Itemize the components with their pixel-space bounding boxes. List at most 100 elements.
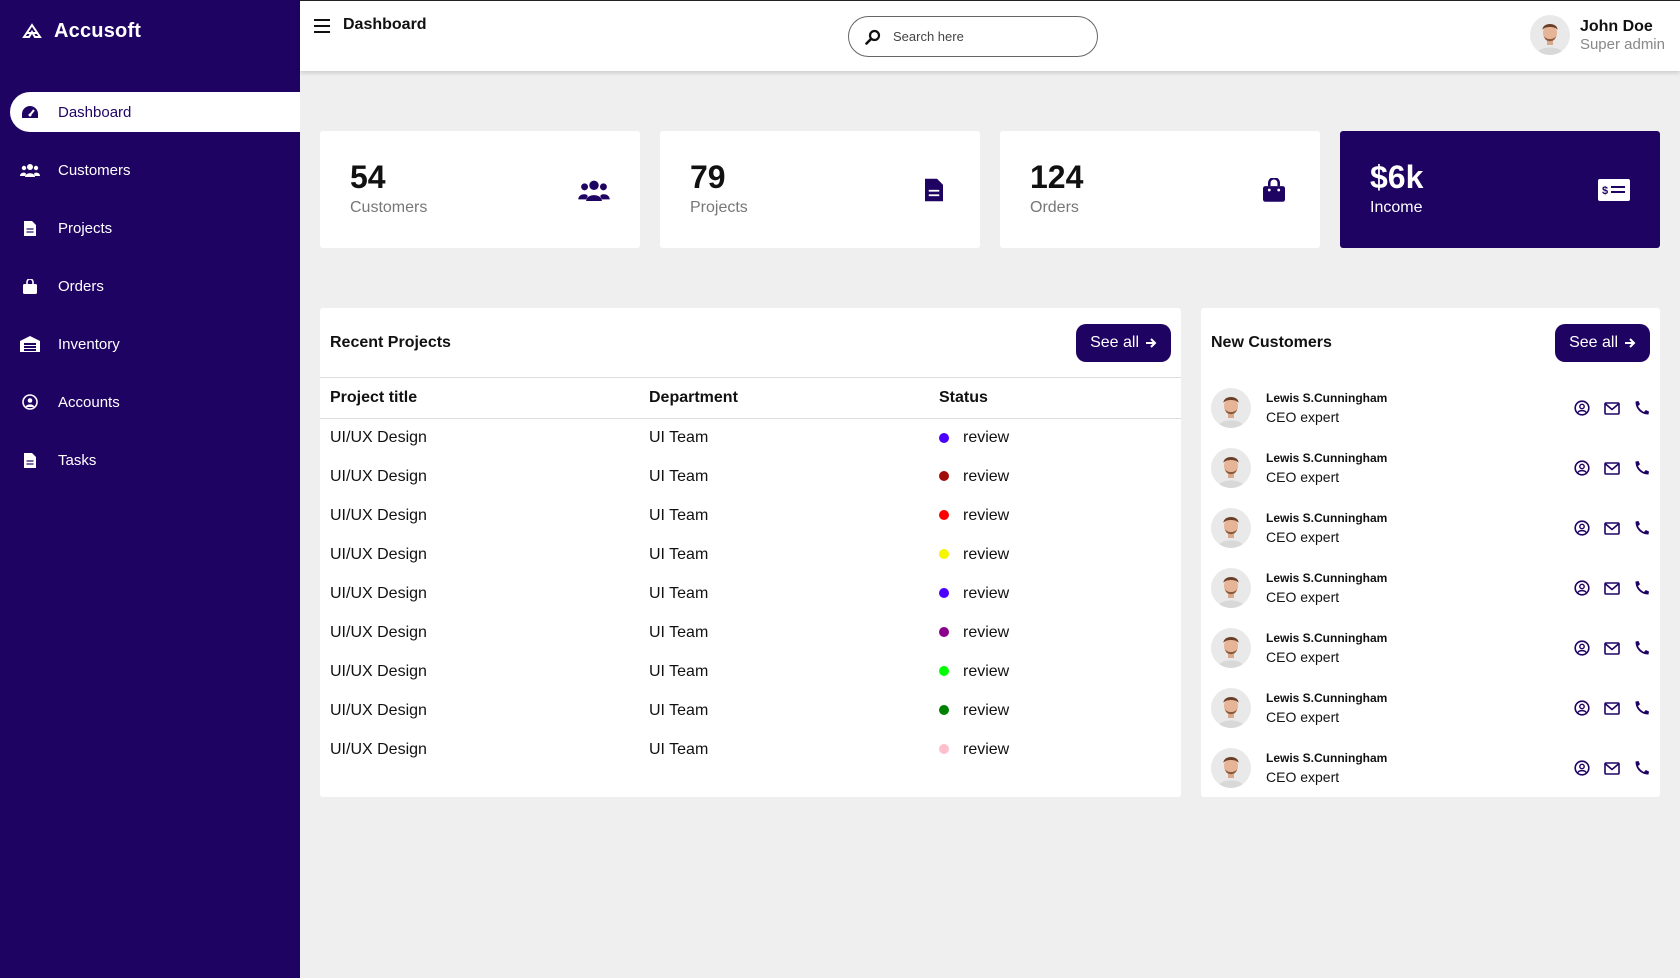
project-status: review bbox=[929, 496, 1181, 535]
new-customers-panel: New Customers See all Lewis S.Cunningham… bbox=[1201, 308, 1660, 797]
stat-label: Customers bbox=[350, 199, 428, 216]
list-item[interactable]: Lewis S.Cunningham CEO expert bbox=[1211, 558, 1650, 618]
sidebar-item-projects[interactable]: Projects bbox=[0, 208, 300, 248]
panel-header: Recent Projects See all bbox=[320, 308, 1181, 378]
user-menu[interactable]: John Doe Super admin bbox=[1529, 15, 1665, 55]
project-department: UI Team bbox=[649, 584, 709, 602]
mail-icon[interactable] bbox=[1604, 640, 1620, 656]
project-department: UI Team bbox=[649, 545, 709, 563]
phone-icon[interactable] bbox=[1634, 640, 1650, 656]
status-text: review bbox=[963, 545, 1010, 563]
sidebar: Accusoft Dashboard Customers Projects Or… bbox=[0, 0, 300, 978]
table-row[interactable]: UI/UX Design UI Team review bbox=[320, 457, 1181, 496]
table-row[interactable]: UI/UX Design UI Team review bbox=[320, 535, 1181, 574]
list-item[interactable]: Lewis S.Cunningham CEO expert bbox=[1211, 438, 1650, 498]
column-header-title: Project title bbox=[320, 378, 639, 419]
topbar: Dashboard John Doe Super admin bbox=[300, 0, 1680, 71]
mail-icon[interactable] bbox=[1604, 400, 1620, 416]
phone-icon[interactable] bbox=[1634, 400, 1650, 416]
search-box[interactable] bbox=[848, 16, 1098, 57]
see-all-customers-button[interactable]: See all bbox=[1555, 324, 1650, 362]
status-dot bbox=[939, 666, 949, 677]
mail-icon[interactable] bbox=[1604, 520, 1620, 536]
sidebar-item-inventory[interactable]: Inventory bbox=[0, 324, 300, 364]
project-title: UI/UX Design bbox=[330, 623, 427, 641]
mail-icon[interactable] bbox=[1604, 580, 1620, 596]
customer-name: Lewis S.Cunningham bbox=[1266, 451, 1388, 465]
money-check-icon: $ bbox=[1598, 176, 1630, 204]
table-row[interactable]: UI/UX Design UI Team review bbox=[320, 418, 1181, 457]
sidebar-item-label: Dashboard bbox=[58, 103, 132, 121]
user-circle-icon[interactable] bbox=[1574, 760, 1590, 776]
table-row[interactable]: UI/UX Design UI Team review bbox=[320, 496, 1181, 535]
phone-icon[interactable] bbox=[1634, 580, 1650, 596]
status-dot bbox=[939, 510, 949, 521]
table-row[interactable]: UI/UX Design UI Team review bbox=[320, 691, 1181, 730]
customer-name: Lewis S.Cunningham bbox=[1266, 631, 1388, 645]
sidebar-item-dashboard[interactable]: Dashboard bbox=[10, 92, 300, 132]
project-department: UI Team bbox=[649, 623, 709, 641]
phone-icon[interactable] bbox=[1634, 460, 1650, 476]
project-title: UI/UX Design bbox=[330, 662, 427, 680]
avatar bbox=[1211, 568, 1251, 608]
sidebar-item-orders[interactable]: Orders bbox=[0, 266, 300, 306]
projects-table: Project title Department Status UI/UX De… bbox=[320, 378, 1181, 769]
list-item[interactable]: Lewis S.Cunningham CEO expert bbox=[1211, 498, 1650, 558]
user-circle-icon[interactable] bbox=[1574, 640, 1590, 656]
mail-icon[interactable] bbox=[1604, 700, 1620, 716]
status-dot bbox=[939, 588, 949, 599]
phone-icon[interactable] bbox=[1634, 520, 1650, 536]
user-circle-icon[interactable] bbox=[1574, 400, 1590, 416]
status-dot bbox=[939, 705, 949, 716]
avatar bbox=[1211, 628, 1251, 668]
user-circle-icon[interactable] bbox=[1574, 520, 1590, 536]
project-title: UI/UX Design bbox=[330, 584, 427, 602]
phone-icon[interactable] bbox=[1634, 700, 1650, 716]
search-input[interactable] bbox=[893, 29, 1073, 44]
user-circle-icon[interactable] bbox=[1574, 700, 1590, 716]
list-item[interactable]: Lewis S.Cunningham CEO expert bbox=[1211, 378, 1650, 438]
user-circle-icon[interactable] bbox=[1574, 460, 1590, 476]
stat-card-income[interactable]: $6k Income $ bbox=[1340, 131, 1660, 248]
project-department: UI Team bbox=[649, 701, 709, 719]
list-item[interactable]: Lewis S.Cunningham CEO expert bbox=[1211, 738, 1650, 798]
mail-icon[interactable] bbox=[1604, 460, 1620, 476]
project-title: UI/UX Design bbox=[330, 740, 427, 758]
mail-icon[interactable] bbox=[1604, 760, 1620, 776]
list-item[interactable]: Lewis S.Cunningham CEO expert bbox=[1211, 618, 1650, 678]
status-text: review bbox=[963, 623, 1010, 641]
stat-cards: 54 Customers 79 Projects 124 Orders $6k … bbox=[320, 131, 1660, 248]
sidebar-item-accounts[interactable]: Accounts bbox=[0, 382, 300, 422]
user-role: Super admin bbox=[1579, 35, 1665, 53]
warehouse-icon bbox=[20, 334, 40, 354]
menu-icon[interactable] bbox=[314, 19, 330, 33]
table-row[interactable]: UI/UX Design UI Team review bbox=[320, 652, 1181, 691]
stat-card-projects[interactable]: 79 Projects bbox=[660, 131, 980, 248]
see-all-projects-button[interactable]: See all bbox=[1076, 323, 1171, 362]
file-icon bbox=[20, 450, 40, 470]
avatar bbox=[1211, 388, 1251, 428]
stat-card-orders[interactable]: 124 Orders bbox=[1000, 131, 1320, 248]
sidebar-item-label: Inventory bbox=[58, 335, 120, 353]
list-item[interactable]: Lewis S.Cunningham CEO expert bbox=[1211, 678, 1650, 738]
brand[interactable]: Accusoft bbox=[0, 0, 300, 62]
status-dot bbox=[939, 549, 949, 560]
customer-name: Lewis S.Cunningham bbox=[1266, 691, 1388, 705]
customer-role: CEO expert bbox=[1266, 589, 1340, 605]
sidebar-item-customers[interactable]: Customers bbox=[0, 150, 300, 190]
table-row[interactable]: UI/UX Design UI Team review bbox=[320, 574, 1181, 613]
bag-icon bbox=[1258, 176, 1290, 204]
sidebar-item-tasks[interactable]: Tasks bbox=[0, 440, 300, 480]
project-department: UI Team bbox=[649, 506, 709, 524]
stat-label: Orders bbox=[1030, 199, 1079, 216]
arrow-right-icon bbox=[1625, 338, 1636, 348]
users-icon bbox=[578, 176, 610, 204]
table-row[interactable]: UI/UX Design UI Team review bbox=[320, 613, 1181, 652]
status-dot bbox=[939, 432, 949, 443]
table-row[interactable]: UI/UX Design UI Team review bbox=[320, 730, 1181, 769]
project-department: UI Team bbox=[649, 428, 709, 446]
stat-card-customers[interactable]: 54 Customers bbox=[320, 131, 640, 248]
phone-icon[interactable] bbox=[1634, 760, 1650, 776]
user-circle-icon[interactable] bbox=[1574, 580, 1590, 596]
search-icon bbox=[865, 29, 881, 45]
